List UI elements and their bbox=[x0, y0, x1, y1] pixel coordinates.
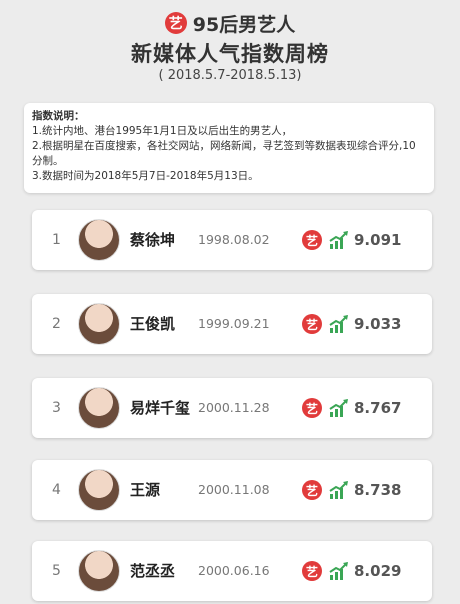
birth-date: 1998.08.02 bbox=[198, 232, 270, 247]
ranking-card-4[interactable]: 4 王源 2000.11.08 艺 8.738 bbox=[32, 460, 432, 520]
yi-badge-icon: 艺 bbox=[302, 480, 322, 500]
avatar bbox=[78, 303, 120, 345]
artist-name: 范丞丞 bbox=[130, 562, 176, 580]
birth-date: 2000.11.28 bbox=[198, 400, 270, 415]
index-notes: 指数说明： 1.统计内地、港台1995年1月1日及以后出生的男艺人， 2.根据明… bbox=[24, 103, 434, 193]
birth-date: 1999.09.21 bbox=[198, 316, 270, 331]
notes-line-2: 2.根据明星在百度搜索，各社交网站，网络新闻，寻艺签到等数据表现综合评分,10分… bbox=[32, 140, 416, 167]
notes-title: 指数说明： bbox=[32, 110, 85, 122]
score: 8.029 bbox=[354, 562, 402, 580]
avatar bbox=[78, 469, 120, 511]
title-row: 艺 95后男艺人 bbox=[0, 8, 460, 38]
trend-up-icon bbox=[329, 562, 348, 580]
artist-name: 王源 bbox=[130, 481, 161, 499]
avatar bbox=[78, 387, 120, 429]
notes-line-1: 1.统计内地、港台1995年1月1日及以后出生的男艺人， bbox=[32, 125, 293, 137]
rank-number: 4 bbox=[52, 482, 61, 498]
avatar bbox=[78, 219, 120, 261]
score: 9.033 bbox=[354, 315, 402, 333]
yi-badge-icon: 艺 bbox=[302, 230, 322, 250]
rank-number: 5 bbox=[52, 563, 61, 579]
notes-line-3: 3.数据时间为2018年5月7日-2018年5月13日。 bbox=[32, 170, 259, 182]
trend-up-icon bbox=[329, 231, 348, 249]
ranking-card-1[interactable]: 1 蔡徐坤 1998.08.02 艺 9.091 bbox=[32, 210, 432, 270]
birth-date: 2000.06.16 bbox=[198, 563, 270, 578]
yi-badge-icon: 艺 bbox=[302, 561, 322, 581]
title-line1: 95后男艺人 bbox=[192, 13, 296, 36]
date-range: ( 2018.5.7-2018.5.13) bbox=[158, 68, 302, 83]
score: 8.738 bbox=[354, 481, 402, 499]
ranking-card-5[interactable]: 5 范丞丞 2000.06.16 艺 8.029 bbox=[32, 541, 432, 601]
rank-number: 3 bbox=[52, 400, 61, 416]
artist-name: 易烊千玺 bbox=[130, 399, 191, 417]
trend-up-icon bbox=[329, 481, 348, 499]
yi-badge-icon: 艺 bbox=[302, 398, 322, 418]
ranking-card-2[interactable]: 2 王俊凯 1999.09.21 艺 9.033 bbox=[32, 294, 432, 354]
rank-number: 2 bbox=[52, 316, 61, 332]
yi-badge-icon: 艺 bbox=[302, 314, 322, 334]
title-line2: 新媒体人气指数周榜 bbox=[131, 42, 329, 66]
score: 9.091 bbox=[354, 231, 402, 249]
score: 8.767 bbox=[354, 399, 402, 417]
ranking-card-3[interactable]: 3 易烊千玺 2000.11.28 艺 8.767 bbox=[32, 378, 432, 438]
trend-up-icon bbox=[329, 315, 348, 333]
artist-name: 王俊凯 bbox=[130, 315, 176, 333]
artist-name: 蔡徐坤 bbox=[130, 231, 176, 249]
rank-number: 1 bbox=[52, 232, 61, 248]
avatar bbox=[78, 550, 120, 592]
birth-date: 2000.11.08 bbox=[198, 482, 270, 497]
yi-logo-icon: 艺 bbox=[164, 12, 187, 34]
trend-up-icon bbox=[329, 399, 348, 417]
header: 艺 95后男艺人 新媒体人气指数周榜 ( 2018.5.7-2018.5.13) bbox=[0, 0, 460, 92]
